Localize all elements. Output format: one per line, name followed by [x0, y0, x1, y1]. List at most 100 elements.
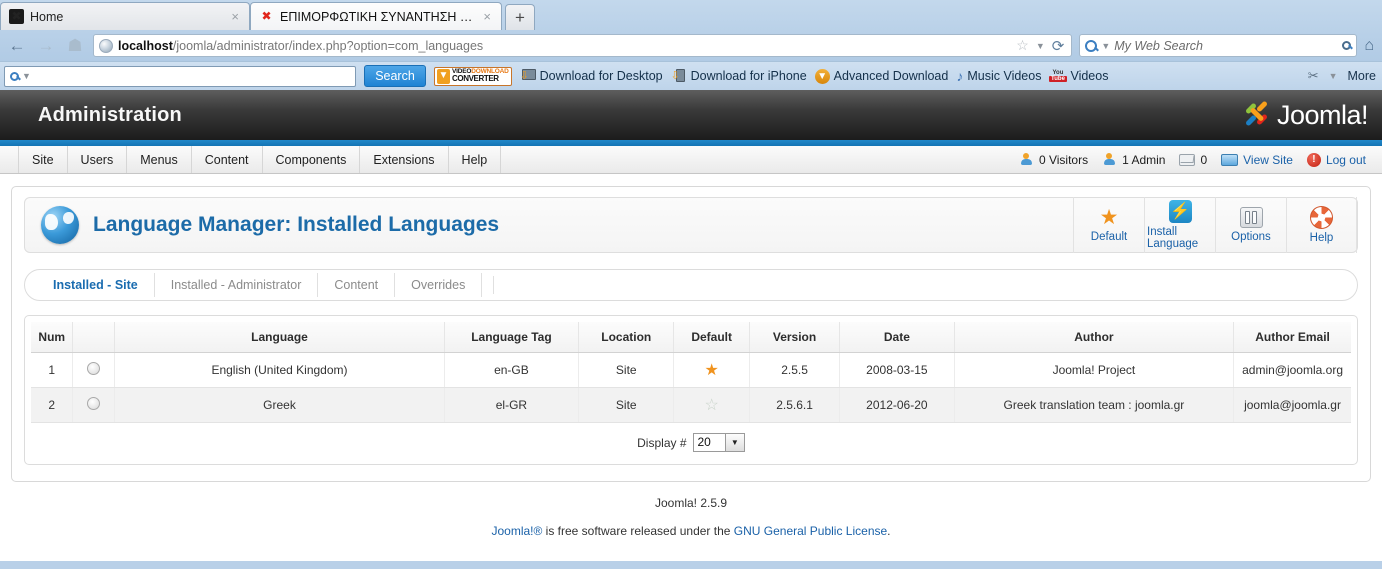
addon-link-download-iphone[interactable]: ⇩ Download for iPhone [671, 69, 807, 83]
search-icon [1085, 39, 1098, 52]
chevron-down-icon[interactable]: ▼ [1329, 71, 1338, 81]
tab-overrides[interactable]: Overrides [395, 273, 483, 297]
close-icon[interactable]: × [229, 10, 241, 23]
column-header-num[interactable]: Num [31, 322, 74, 353]
bookmark-ribbon-icon[interactable]: ☗ [64, 35, 86, 57]
star-filled-icon[interactable]: ★ [704, 362, 718, 379]
video-download-converter-logo[interactable]: ▼ VIDEODOWNLOAD CONVERTER [434, 66, 512, 86]
browser-chrome: ✖ Home × ✖ ΕΠΙΜΟΡΦΩΤΙΚΗ ΣΥΝΑΝΤΗΣΗ - Ad..… [0, 0, 1382, 90]
chevron-down-icon[interactable]: ▼ [724, 434, 744, 451]
youtube-icon: You Tube [1049, 70, 1067, 82]
menu-item-users[interactable]: Users [68, 146, 128, 173]
language-tabs: Installed - Site Installed - Administrat… [24, 269, 1358, 301]
cell-num: 2 [31, 387, 74, 423]
browser-tab-title: ΕΠΙΜΟΡΦΩΤΙΚΗ ΣΥΝΑΝΤΗΣΗ - Ad... [280, 9, 476, 24]
toolbar-install-language-button[interactable]: ⚡ Install Language [1144, 197, 1215, 253]
menu-item-components[interactable]: Components [263, 146, 361, 173]
new-tab-button[interactable]: + [505, 4, 535, 30]
star-outline-icon[interactable]: ☆ [704, 397, 718, 414]
phone-download-icon: ⇩ [671, 69, 687, 83]
browser-search-placeholder: My Web Search [1114, 38, 1203, 53]
menu-item-menus[interactable]: Menus [127, 146, 192, 173]
addon-search-button[interactable]: Search [364, 65, 426, 87]
addon-link-download-desktop[interactable]: ⇩ Download for Desktop [520, 69, 663, 83]
forward-icon[interactable]: → [35, 35, 57, 57]
view-site-label: View Site [1243, 152, 1293, 167]
status-visitors[interactable]: 0 Visitors [1019, 153, 1088, 167]
addon-link-videos[interactable]: You Tube Videos [1049, 69, 1108, 84]
toolbar-default-button[interactable]: ★ Default [1073, 197, 1144, 253]
cell-language-tag: en-GB [444, 352, 580, 388]
browser-tab-home[interactable]: ✖ Home × [0, 2, 250, 30]
toolbar-options-button[interactable]: Options [1215, 197, 1286, 253]
addon-link-music-videos[interactable]: ♪ Music Videos [956, 68, 1041, 84]
column-header-version[interactable]: Version [749, 322, 840, 353]
browser-tab-joomla-admin[interactable]: ✖ ΕΠΙΜΟΡΦΩΤΙΚΗ ΣΥΝΑΝΤΗΣΗ - Ad... × [250, 2, 502, 30]
column-header-language[interactable]: Language [114, 322, 445, 353]
column-header-author[interactable]: Author [954, 322, 1235, 353]
reload-icon[interactable]: ⟳ [1052, 37, 1065, 55]
close-icon[interactable]: × [481, 10, 493, 23]
status-admins[interactable]: 1 Admin [1102, 153, 1165, 167]
menu-item-extensions[interactable]: Extensions [360, 146, 449, 173]
admin-header-title: Administration [38, 103, 182, 126]
joomla-mark-icon [1243, 100, 1271, 128]
bookmark-star-icon[interactable]: ☆ [1016, 37, 1029, 54]
joomla-logo-text: Joomla! [1276, 99, 1369, 130]
addon-search-input[interactable]: ▼ [4, 65, 356, 87]
languages-table-panel: Num Language Language Tag Location Defau… [24, 315, 1358, 465]
column-header-language-tag[interactable]: Language Tag [444, 322, 580, 353]
address-bar[interactable]: localhost/joomla/administrator/index.php… [93, 34, 1073, 57]
cell-location: Site [578, 387, 675, 423]
table-row[interactable]: 1 English (United Kingdom) en-GB Site ★ … [31, 352, 1351, 388]
column-header-author-email[interactable]: Author Email [1233, 322, 1351, 353]
browser-search-box[interactable]: ▼ My Web Search [1079, 34, 1358, 57]
cell-date: 2008-03-15 [839, 352, 955, 388]
addon-link-advanced-download[interactable]: ▼ Advanced Download [814, 68, 948, 84]
tab-content[interactable]: Content [318, 273, 396, 297]
tools-icon[interactable]: ✂ [1308, 68, 1319, 84]
back-icon[interactable]: ← [6, 35, 28, 57]
menu-item-site[interactable]: Site [18, 146, 68, 173]
addon-link-label: Download for Desktop [539, 69, 663, 83]
cell-default[interactable]: ☆ [673, 387, 751, 423]
menu-item-help[interactable]: Help [449, 146, 502, 173]
radio-button[interactable] [87, 397, 101, 410]
addon-more-button[interactable]: More [1348, 69, 1376, 83]
browser-tab-title: Home [30, 9, 64, 24]
status-view-site[interactable]: View Site [1221, 153, 1293, 167]
cell-language-tag: el-GR [444, 387, 580, 423]
gpl-license-link[interactable]: GNU General Public License [734, 524, 887, 538]
cell-author-email: admin@joomla.org [1233, 352, 1351, 388]
tab-installed-administrator[interactable]: Installed - Administrator [155, 273, 319, 297]
cell-version: 2.5.5 [749, 352, 840, 388]
tab-installed-site[interactable]: Installed - Site [37, 273, 155, 297]
chevron-down-icon[interactable]: ▼ [22, 71, 31, 81]
menu-item-content[interactable]: Content [192, 146, 263, 173]
table-header-row: Num Language Language Tag Location Defau… [31, 322, 1351, 353]
display-count-select[interactable]: 20 ▼ [692, 433, 745, 452]
column-header-date[interactable]: Date [839, 322, 955, 353]
radio-button[interactable] [87, 362, 101, 375]
column-header-select [72, 322, 116, 353]
brand-line2: CONVERTER [452, 74, 499, 84]
status-messages[interactable]: 0 [1179, 153, 1207, 167]
globe-icon [41, 206, 79, 244]
admins-icon [1102, 153, 1117, 166]
languages-table: Num Language Language Tag Location Defau… [31, 322, 1351, 423]
search-submit-icon[interactable] [1342, 41, 1352, 50]
cell-select[interactable] [72, 352, 116, 388]
chevron-down-icon[interactable]: ▼ [1036, 41, 1045, 51]
cell-select[interactable] [72, 387, 116, 423]
joomla-version: Joomla! 2.5.9 [654, 496, 728, 510]
toolbar-help-button[interactable]: Help [1286, 197, 1357, 253]
chevron-down-icon[interactable]: ▼ [1101, 41, 1110, 51]
column-header-default[interactable]: Default [673, 322, 751, 353]
column-header-location[interactable]: Location [578, 322, 675, 353]
table-row[interactable]: 2 Greek el-GR Site ☆ 2.5.6.1 2012-06-20 … [31, 387, 1351, 423]
home-icon[interactable]: ⌂ [1364, 37, 1376, 55]
cell-default[interactable]: ★ [673, 352, 751, 388]
status-logout[interactable]: ! Log out [1306, 152, 1366, 167]
lightning-icon: ⚡ [1168, 200, 1192, 223]
search-icon [10, 71, 19, 81]
